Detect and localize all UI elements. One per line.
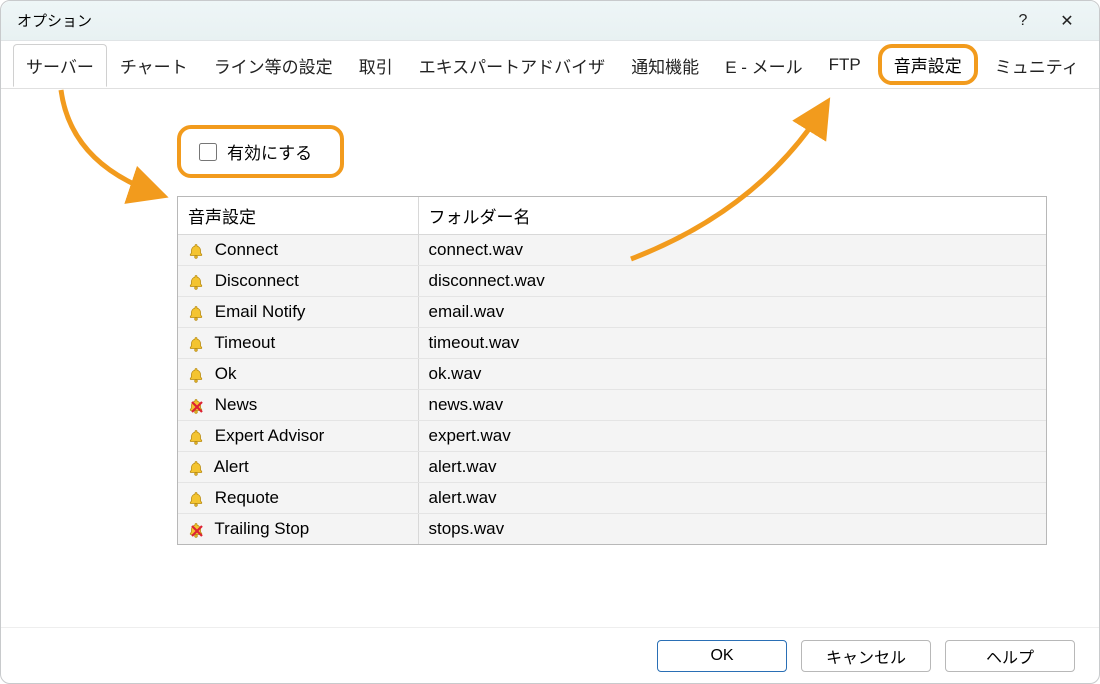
- bell-icon: [188, 336, 204, 352]
- sound-file-name: email.wav: [418, 297, 1046, 328]
- tab-bar: サーバー チャート ライン等の設定 取引 エキスパートアドバイザ 通知機能 E …: [1, 41, 1099, 89]
- window-title: オプション: [17, 10, 1001, 31]
- table-row[interactable]: Requote alert.wav: [178, 483, 1046, 514]
- bell-icon: [188, 522, 204, 538]
- sound-file-name: alert.wav: [418, 483, 1046, 514]
- table-row[interactable]: Ok ok.wav: [178, 359, 1046, 390]
- table-row[interactable]: Disconnect disconnect.wav: [178, 266, 1046, 297]
- tab-sound-settings[interactable]: 音声設定: [878, 44, 978, 85]
- tab-ftp[interactable]: FTP: [816, 46, 874, 83]
- table-row[interactable]: Trailing Stop stops.wav: [178, 514, 1046, 545]
- close-button[interactable]: ✕: [1045, 6, 1089, 36]
- bell-icon: [188, 243, 204, 259]
- col-header-folder[interactable]: フォルダー名: [418, 197, 1046, 235]
- table-row[interactable]: Alert alert.wav: [178, 452, 1046, 483]
- tab-trade[interactable]: 取引: [346, 44, 406, 86]
- bell-icon: [188, 398, 204, 414]
- titlebar: オプション ? ✕: [1, 1, 1099, 41]
- sound-event-name: Alert: [214, 457, 249, 476]
- bell-icon: [188, 305, 204, 321]
- sound-event-name: News: [215, 395, 258, 414]
- content-area: 有効にする 音声設定 フォルダー名 Connect connect.wav: [1, 89, 1099, 627]
- sound-file-name: connect.wav: [418, 235, 1046, 266]
- close-icon: ✕: [1060, 11, 1073, 31]
- sound-file-name: ok.wav: [418, 359, 1046, 390]
- enable-sounds-label: 有効にする: [227, 139, 312, 164]
- options-dialog: オプション ? ✕ サーバー チャート ライン等の設定 取引 エキスパートアドバ…: [0, 0, 1100, 684]
- sound-event-name: Email Notify: [215, 302, 306, 321]
- tab-notifications[interactable]: 通知機能: [618, 44, 712, 86]
- help-icon: ?: [1019, 12, 1028, 30]
- sounds-table: 音声設定 フォルダー名 Connect connect.wav Disconne…: [177, 196, 1047, 545]
- table-header-row: 音声設定 フォルダー名: [178, 197, 1046, 235]
- sound-event-name: Expert Advisor: [215, 426, 325, 445]
- sound-file-name: timeout.wav: [418, 328, 1046, 359]
- sound-event-name: Connect: [215, 240, 278, 259]
- sound-event-name: Requote: [215, 488, 279, 507]
- table-row[interactable]: Connect connect.wav: [178, 235, 1046, 266]
- help-footer-button[interactable]: ヘルプ: [945, 640, 1075, 672]
- sound-event-name: Trailing Stop: [214, 519, 309, 538]
- tab-community-clipped[interactable]: ミュニティ: [982, 44, 1092, 86]
- sound-file-name: news.wav: [418, 390, 1046, 421]
- sound-event-name: Disconnect: [215, 271, 299, 290]
- tab-expert-advisor[interactable]: エキスパートアドバイザ: [406, 44, 619, 86]
- bell-icon: [188, 491, 204, 507]
- dialog-footer: OK キャンセル ヘルプ: [1, 627, 1099, 683]
- tab-server[interactable]: サーバー: [13, 44, 107, 87]
- table-row[interactable]: Email Notify email.wav: [178, 297, 1046, 328]
- cancel-button[interactable]: キャンセル: [801, 640, 931, 672]
- table-row[interactable]: Timeout timeout.wav: [178, 328, 1046, 359]
- tab-chart[interactable]: チャート: [107, 44, 201, 86]
- sound-file-name: alert.wav: [418, 452, 1046, 483]
- ok-button[interactable]: OK: [657, 640, 787, 672]
- enable-sounds-checkbox[interactable]: [199, 143, 217, 161]
- help-button[interactable]: ?: [1001, 6, 1045, 36]
- sound-file-name: stops.wav: [418, 514, 1046, 545]
- enable-sounds-checkbox-group[interactable]: 有効にする: [177, 125, 344, 178]
- bell-icon: [188, 367, 204, 383]
- bell-icon: [188, 429, 204, 445]
- tab-email[interactable]: E - メール: [712, 44, 815, 86]
- table-row[interactable]: Expert Advisor expert.wav: [178, 421, 1046, 452]
- sound-file-name: expert.wav: [418, 421, 1046, 452]
- bell-icon: [188, 460, 204, 476]
- table-row[interactable]: News news.wav: [178, 390, 1046, 421]
- tab-lines[interactable]: ライン等の設定: [201, 44, 346, 86]
- bell-icon: [188, 274, 204, 290]
- sound-event-name: Ok: [215, 364, 237, 383]
- sound-file-name: disconnect.wav: [418, 266, 1046, 297]
- sound-event-name: Timeout: [214, 333, 275, 352]
- col-header-event[interactable]: 音声設定: [178, 197, 418, 235]
